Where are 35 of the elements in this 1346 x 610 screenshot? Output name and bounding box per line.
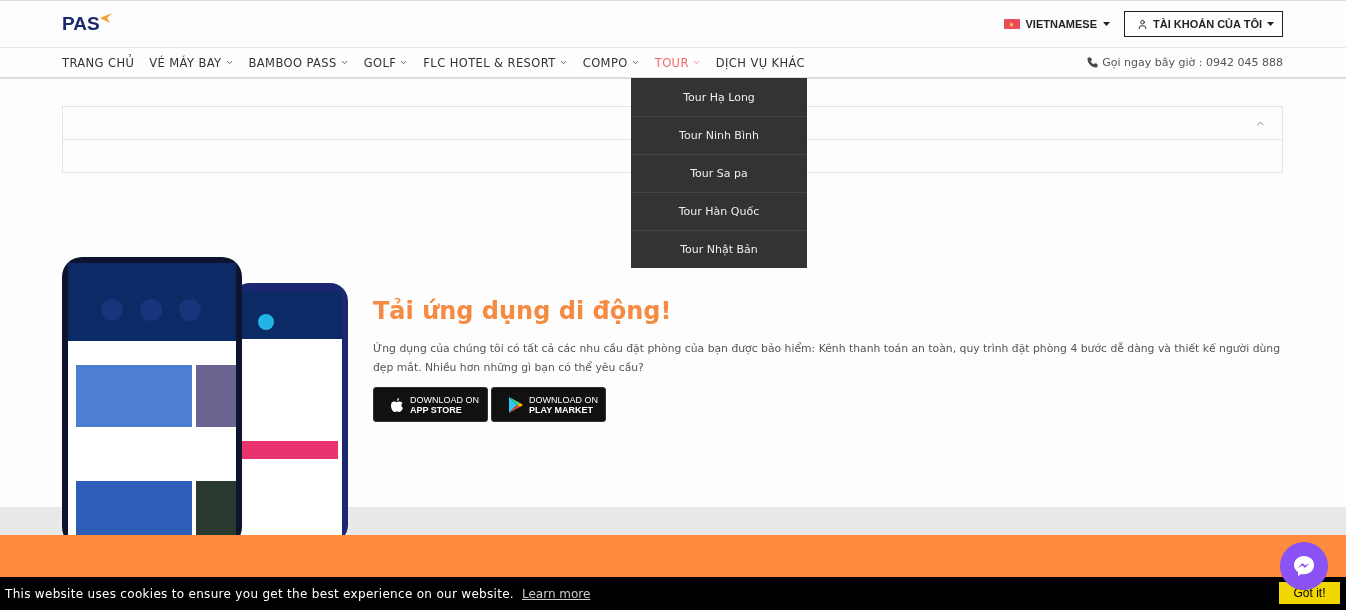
- flag-icon: [1003, 19, 1020, 29]
- user-icon: [1137, 18, 1148, 30]
- section-title: Tải ứng dụng di động!: [373, 297, 673, 325]
- language-selector[interactable]: VIETNAMESE: [1003, 18, 1110, 30]
- chevron-down-icon: [558, 58, 568, 67]
- chevron-down-icon: [399, 58, 409, 67]
- menu-item[interactable]: Tour Hạ Long: [631, 78, 807, 116]
- nav-link[interactable]: TRANG CHỦ: [62, 55, 135, 70]
- chevron-down-icon: [691, 58, 701, 67]
- chevron-down-icon: [224, 58, 234, 67]
- store-button[interactable]: DOWNLOAD ON PLAY MARKET: [491, 387, 606, 422]
- logo[interactable]: PAS: [62, 13, 100, 35]
- apple-icon: [390, 396, 404, 413]
- bird-icon: [99, 13, 112, 23]
- nav-link[interactable]: COMPO: [582, 55, 640, 70]
- nav-link[interactable]: BAMBOO PASS: [248, 55, 349, 70]
- menu-item[interactable]: Tour Sa pa: [631, 154, 807, 192]
- nav-link[interactable]: FLC HOTEL & RESORT: [423, 55, 568, 70]
- hotline-text: Gọi ngay bây giờ : 0942 045 888: [1102, 56, 1283, 69]
- nav-link[interactable]: VÉ MÁY BAY: [149, 55, 234, 70]
- cookie-message: This website uses cookies to ensure you get the best experience on our website.: [5, 586, 514, 601]
- chat-icon: [1292, 554, 1316, 578]
- account-button[interactable]: TÀI KHOẢN CỦA TÔI: [1124, 11, 1283, 37]
- caret-icon: [1267, 22, 1274, 26]
- play-store-icon: [508, 396, 523, 413]
- learn-more-link[interactable]: Learn more: [522, 586, 591, 601]
- nav-link[interactable]: DỊCH VỤ KHÁC: [715, 55, 805, 70]
- section-description: Ứng dụng của chúng tôi có tất cả các nhu cầu đặt phòng của bạn được bảo hiểm: Kênh thanh toán an toàn, quy trình đặt phòng 4 bước dễ dàng và thiết kế người dùng đẹp mắt. Nhiều hơn những gì bạn có thể yêu cầu?: [373, 341, 1282, 376]
- nav-link[interactable]: GOLF: [363, 55, 409, 70]
- chevron-down-icon: [339, 58, 349, 67]
- store-button[interactable]: DOWNLOAD ON APP STORE: [373, 387, 488, 422]
- menu-item[interactable]: Tour Hàn Quốc: [631, 192, 807, 230]
- chevron-down-icon: [630, 58, 640, 67]
- caret-icon: [1103, 22, 1110, 26]
- phone-icon: [1087, 57, 1099, 68]
